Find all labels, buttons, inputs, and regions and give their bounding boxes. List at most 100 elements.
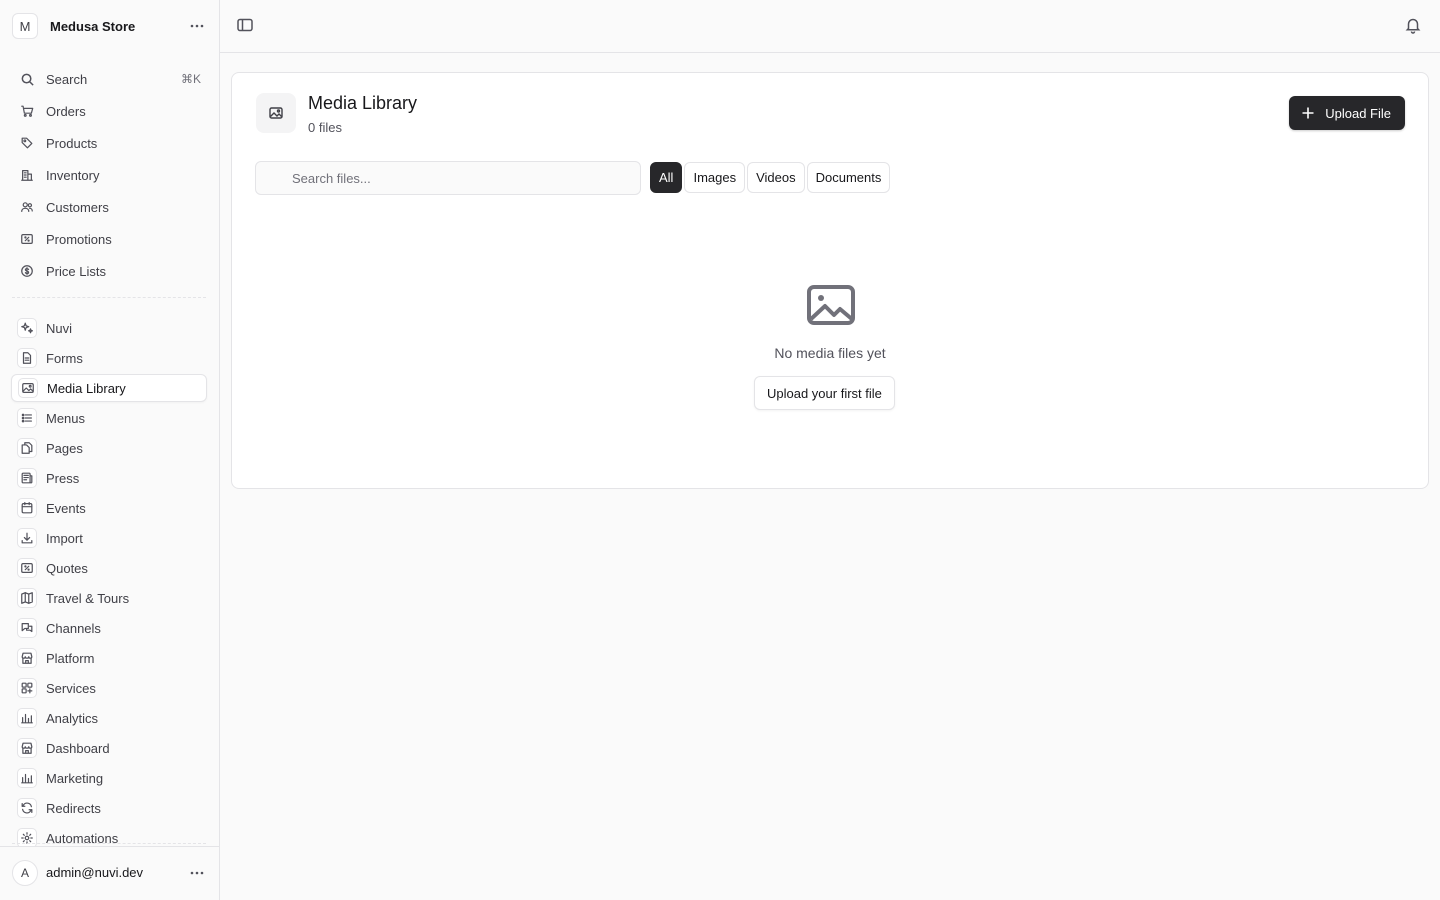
sidebar-item-label: Promotions (46, 231, 112, 247)
list-bullet-icon (17, 408, 37, 428)
chart-bar-icon (17, 708, 37, 728)
users-icon (17, 197, 37, 217)
sidebar-item-channels[interactable]: Channels (11, 614, 207, 642)
sidebar-item-quotes[interactable]: Quotes (11, 554, 207, 582)
sidebar-divider (12, 297, 206, 298)
sidebar-item-label: Inventory (46, 167, 100, 183)
sidebar-item-label: Pages (46, 440, 83, 456)
tag-icon (17, 133, 37, 153)
sidebar-item-price-lists[interactable]: Price Lists (11, 257, 207, 285)
document-duplicate-icon (17, 438, 37, 458)
search-files-input[interactable]: Search files... (255, 161, 641, 195)
shopping-cart-icon (17, 101, 37, 121)
sidebar-item-menus[interactable]: Menus (11, 404, 207, 432)
filter-images[interactable]: Images (684, 162, 746, 193)
store-avatar: M (12, 13, 38, 39)
photo-icon (18, 378, 38, 398)
sidebar-item-marketing[interactable]: Marketing (11, 764, 207, 792)
media-library-card: Media Library 0 files Upload File Search… (231, 72, 1429, 489)
document-text-icon (17, 348, 37, 368)
filter-all[interactable]: All (650, 162, 683, 193)
sidebar-item-analytics[interactable]: Analytics (11, 704, 207, 732)
empty-photo-icon (806, 284, 856, 326)
building-storefront-icon (17, 738, 37, 758)
chat-bubbles-icon (17, 618, 37, 638)
search-button[interactable]: Search ⌘K (11, 65, 207, 93)
sidebar-item-inventory[interactable]: Inventory (11, 161, 207, 189)
building-icon (17, 165, 37, 185)
building-storefront-icon (17, 648, 37, 668)
sidebar-item-label: Orders (46, 103, 86, 119)
sidebar-item-media-library[interactable]: Media Library (11, 374, 207, 402)
sidebar-item-events[interactable]: Events (11, 494, 207, 522)
newspaper-icon (17, 468, 37, 488)
sidebar-item-label: Customers (46, 199, 109, 215)
sidebar-item-forms[interactable]: Forms (11, 344, 207, 372)
sidebar-item-label: Analytics (46, 710, 99, 726)
arrow-down-tray-icon (17, 528, 37, 548)
sidebar-item-label: Platform (46, 650, 95, 666)
currency-dollar-icon (17, 261, 37, 281)
sidebar-item-press[interactable]: Press (11, 464, 207, 492)
sidebar-item-label: Services (46, 680, 96, 696)
sidebar-item-label: Channels (46, 620, 101, 636)
sidebar-item-label: Dashboard (46, 740, 110, 756)
top-bar (220, 0, 1440, 53)
store-name: Medusa Store (50, 18, 136, 34)
calendar-icon (17, 498, 37, 518)
user-menu-icon[interactable] (187, 863, 207, 883)
sidebar-item-label: Quotes (46, 560, 88, 576)
user-avatar: A (12, 859, 38, 886)
search-icon (17, 69, 37, 89)
file-type-filters: All Images Videos Documents (650, 162, 891, 193)
upload-file-button[interactable]: Upload File (1289, 96, 1405, 130)
sidebar-item-services[interactable]: Services (11, 674, 207, 702)
notifications-bell-icon[interactable] (1404, 16, 1424, 36)
receipt-percent-icon (17, 229, 37, 249)
filter-videos[interactable]: Videos (747, 162, 805, 193)
sidebar-item-redirects[interactable]: Redirects (11, 794, 207, 822)
sidebar-item-import[interactable]: Import (11, 524, 207, 552)
search-files-placeholder: Search files... (292, 170, 371, 186)
store-switcher[interactable]: M Medusa Store (0, 0, 219, 52)
sidebar-item-label: Forms (46, 350, 83, 366)
user-menu[interactable]: A admin@nuvi.dev (0, 846, 219, 898)
empty-state-text: No media files yet (774, 345, 886, 361)
sidebar-item-label: Events (46, 500, 86, 516)
sidebar: M Medusa Store Search ⌘K Orders Products I… (0, 0, 220, 900)
sidebar-item-label: Products (46, 135, 98, 151)
plus-icon (1301, 106, 1315, 120)
upload-file-label: Upload File (1325, 105, 1391, 121)
sidebar-item-pages[interactable]: Pages (11, 434, 207, 462)
sidebar-item-label: Nuvi (46, 320, 73, 336)
file-count: 0 files (308, 120, 342, 135)
sidebar-item-dashboard[interactable]: Dashboard (11, 734, 207, 762)
sidebar-item-label: Travel & Tours (46, 590, 130, 606)
store-menu-icon[interactable] (187, 16, 207, 36)
sidebar-item-label: Price Lists (46, 263, 106, 279)
sidebar-toggle-icon[interactable] (236, 16, 256, 36)
sparkles-icon (17, 318, 37, 338)
sidebar-item-promotions[interactable]: Promotions (11, 225, 207, 253)
search-label: Search (46, 71, 88, 87)
cog-icon (17, 828, 37, 848)
page-title: Media Library (308, 93, 418, 113)
sidebar-item-customers[interactable]: Customers (11, 193, 207, 221)
sidebar-item-platform[interactable]: Platform (11, 644, 207, 672)
user-email: admin@nuvi.dev (46, 865, 144, 880)
arrow-path-icon (17, 798, 37, 818)
sidebar-item-label: Press (46, 470, 80, 486)
sidebar-item-label: Redirects (46, 800, 101, 816)
upload-first-file-button[interactable]: Upload your first file (754, 376, 895, 410)
sidebar-item-products[interactable]: Products (11, 129, 207, 157)
chart-bar-icon (17, 768, 37, 788)
sidebar-item-label: Media Library (47, 380, 126, 396)
sidebar-item-label: Import (46, 530, 83, 546)
filter-documents[interactable]: Documents (806, 162, 891, 193)
sidebar-divider (12, 843, 206, 844)
sidebar-item-travel-and-tours[interactable]: Travel & Tours (11, 584, 207, 612)
search-shortcut: ⌘K (180, 72, 201, 86)
sidebar-item-nuvi[interactable]: Nuvi (11, 314, 207, 342)
sidebar-item-orders[interactable]: Orders (11, 97, 207, 125)
map-icon (17, 588, 37, 608)
